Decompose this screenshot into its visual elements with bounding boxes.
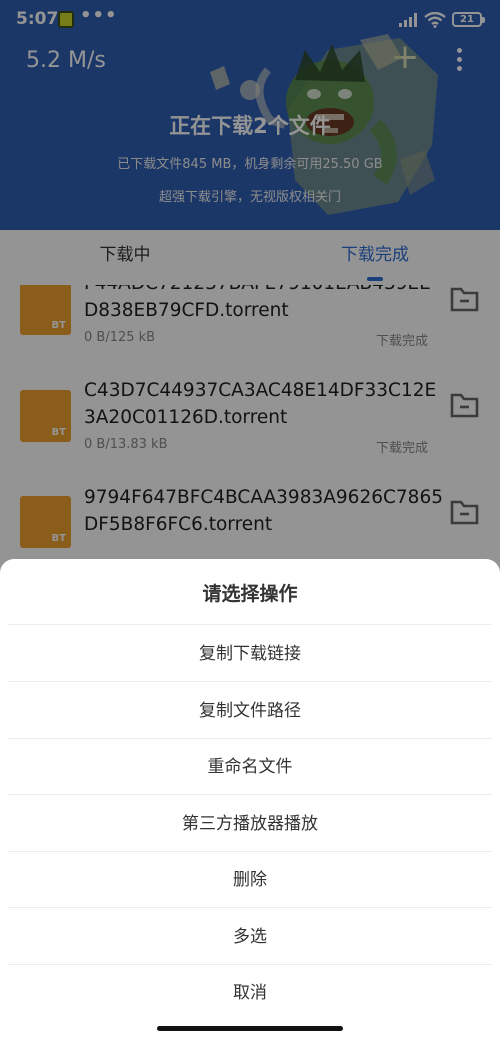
- delete-option[interactable]: 删除: [0, 852, 500, 908]
- third-party-player-option[interactable]: 第三方播放器播放: [0, 796, 500, 852]
- divider: [8, 907, 492, 908]
- home-indicator[interactable]: [157, 1026, 343, 1031]
- divider: [8, 794, 492, 795]
- rename-file-option[interactable]: 重命名文件: [0, 739, 500, 795]
- action-sheet-title: 请选择操作: [202, 583, 298, 605]
- action-sheet: 请选择操作 复制下载链接 复制文件路径 重命名文件 第三方播放器播放 删除 多选…: [0, 559, 500, 1041]
- copy-download-link-option[interactable]: 复制下载链接: [0, 626, 500, 682]
- multi-select-option[interactable]: 多选: [0, 909, 500, 965]
- divider: [8, 624, 492, 625]
- copy-file-path-option[interactable]: 复制文件路径: [0, 683, 500, 739]
- divider: [8, 681, 492, 682]
- cancel-option[interactable]: 取消: [0, 965, 500, 1021]
